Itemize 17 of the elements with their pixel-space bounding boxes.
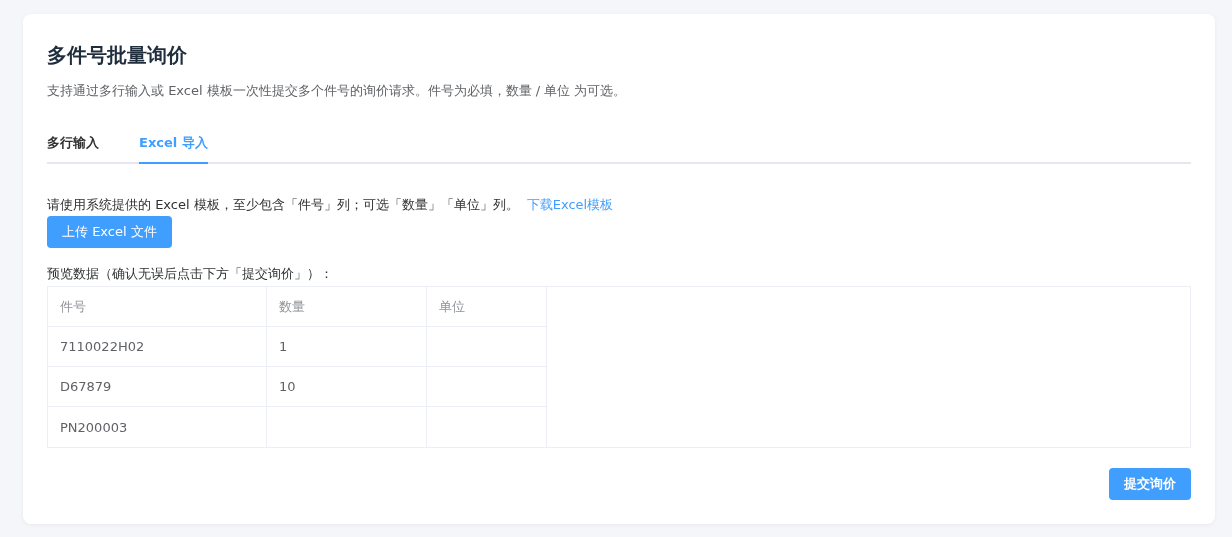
table-cell: 10 — [267, 367, 427, 407]
tab[interactable]: Excel 导入 — [139, 128, 208, 164]
table-cell: 7110022H02 — [48, 327, 267, 367]
page-description: 支持通过多行输入或 Excel 模板一次性提交多个件号的询价请求。件号为必填，数量 / 单位 为可选。 — [47, 82, 628, 100]
column-header: 单位 — [427, 287, 547, 327]
tab[interactable]: 多行输入 — [47, 128, 99, 164]
preview-label: 预览数据（确认无误后点击下方「提交询价」）： — [47, 265, 334, 283]
download-template-link[interactable]: 下载Excel模板 — [526, 196, 614, 214]
instruction-text: 请使用系统提供的 Excel 模板，至少包含「件号」列；可选「数量」「单位」列。 — [47, 196, 519, 214]
column-header: 件号 — [48, 287, 267, 327]
table-cell: PN200003 — [48, 407, 267, 447]
column-header: 数量 — [267, 287, 427, 327]
upload-button[interactable]: 上传 Excel 文件 — [47, 216, 172, 248]
page-title: 多件号批量询价 — [47, 42, 188, 69]
table-cell: D67879 — [48, 367, 267, 407]
submit-button[interactable]: 提交询价 — [1109, 468, 1191, 500]
table-cell: 1 — [267, 327, 427, 367]
